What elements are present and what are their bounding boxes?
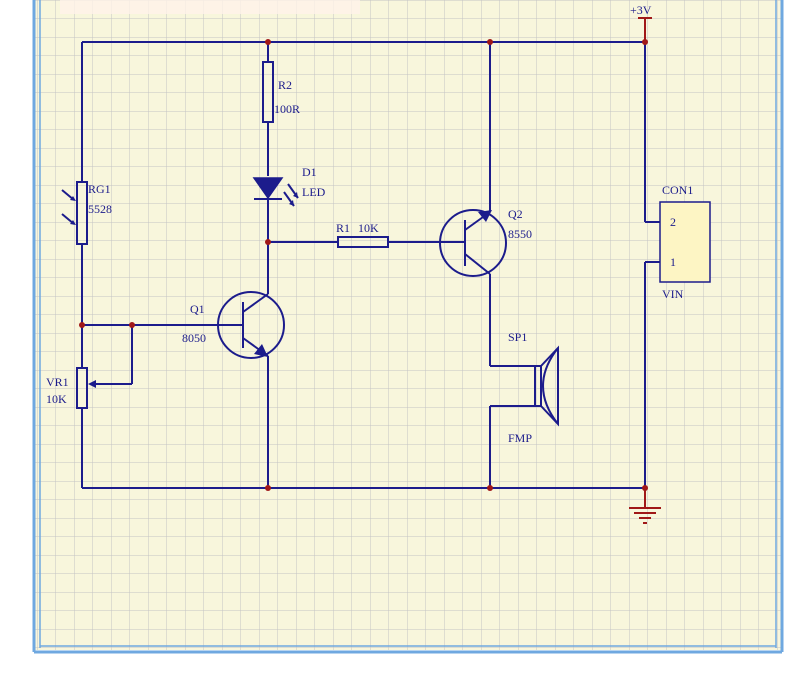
d1-value: LED bbox=[302, 185, 326, 199]
vr1-value: 10K bbox=[46, 392, 67, 406]
r1-value: 10K bbox=[358, 221, 379, 235]
con1-pin1: 1 bbox=[670, 255, 676, 269]
con1-pin2: 2 bbox=[670, 215, 676, 229]
con1-ref: CON1 bbox=[662, 183, 693, 197]
schematic-canvas: +3V R2 100R D1 LED RG1 5528 R1 10K Q2 85… bbox=[0, 0, 800, 692]
r2-value: 100R bbox=[274, 102, 300, 116]
image-glare bbox=[60, 0, 360, 14]
q1-ref: Q1 bbox=[190, 302, 205, 316]
rg1-value: 5528 bbox=[88, 202, 112, 216]
q1-value: 8050 bbox=[182, 331, 206, 345]
q2-value: 8550 bbox=[508, 227, 532, 241]
con1-value: VIN bbox=[662, 287, 684, 301]
q2-ref: Q2 bbox=[508, 207, 523, 221]
sp1-ref: SP1 bbox=[508, 330, 527, 344]
sp1-value: FMP bbox=[508, 431, 532, 445]
d1-ref: D1 bbox=[302, 165, 317, 179]
vcc-label: +3V bbox=[630, 3, 652, 17]
vr1-ref: VR1 bbox=[46, 375, 69, 389]
r2-ref: R2 bbox=[278, 78, 292, 92]
r1-ref: R1 bbox=[336, 221, 350, 235]
rg1-ref: RG1 bbox=[88, 182, 111, 196]
